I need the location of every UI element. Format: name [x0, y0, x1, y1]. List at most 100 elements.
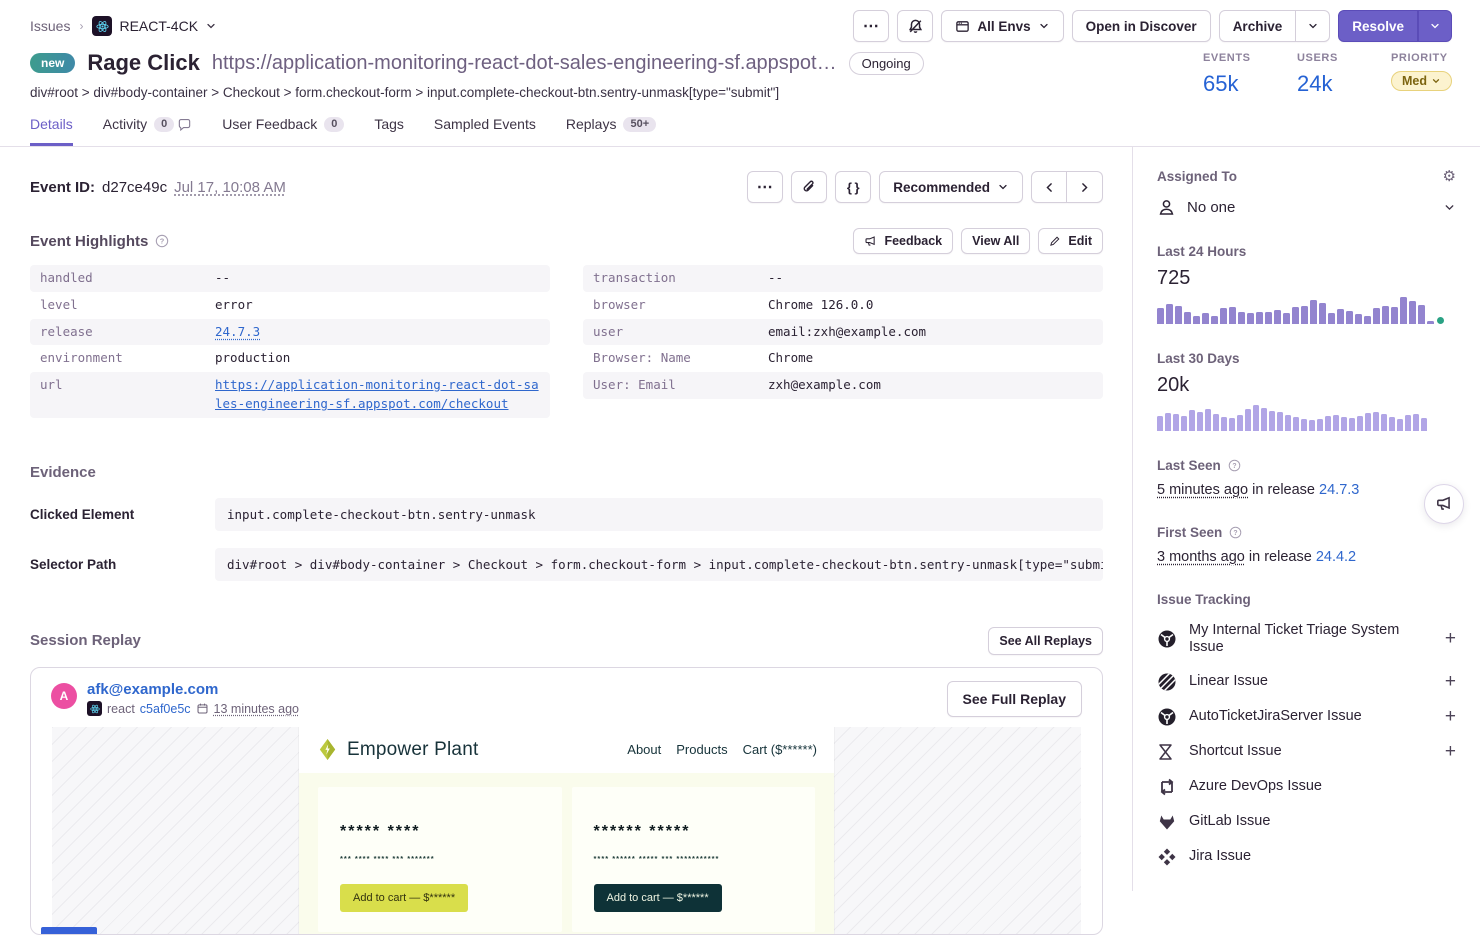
- gear-icon[interactable]: ⚙: [1443, 167, 1456, 185]
- tab-tags[interactable]: Tags: [374, 116, 404, 146]
- help-icon[interactable]: ?: [1228, 459, 1241, 472]
- event-navigation-selector[interactable]: Recommended: [879, 171, 1023, 203]
- see-all-replays-button[interactable]: See All Replays: [988, 627, 1103, 655]
- ticket-icon: [1157, 629, 1177, 649]
- last-24-hours-count: 725: [1157, 267, 1456, 290]
- site-nav-item[interactable]: Products: [676, 742, 727, 757]
- integration-link[interactable]: Azure DevOps Issue: [1189, 778, 1456, 795]
- replay-id-link[interactable]: c5af0e5c: [140, 702, 191, 716]
- add-issue-button[interactable]: +: [1445, 632, 1456, 646]
- add-issue-button[interactable]: +: [1445, 745, 1456, 759]
- event-more-button[interactable]: ⋯: [747, 171, 783, 203]
- copy-link-button[interactable]: [791, 171, 827, 203]
- highlight-row: levelerror: [30, 292, 550, 319]
- tab-sampled-events[interactable]: Sampled Events: [434, 116, 536, 146]
- replay-progress-bar[interactable]: [41, 927, 97, 934]
- ticket-icon: [1157, 707, 1177, 727]
- highlight-value: error: [215, 296, 253, 315]
- assignee-selector[interactable]: No one: [1157, 198, 1456, 217]
- site-nav-item[interactable]: Cart ($******): [743, 742, 817, 757]
- see-full-replay-button[interactable]: See Full Replay: [947, 681, 1082, 717]
- open-in-discover-button[interactable]: Open in Discover: [1072, 10, 1211, 42]
- highlight-value[interactable]: 24.7.3: [215, 323, 260, 342]
- integration-link[interactable]: AutoTicketJiraServer Issue: [1189, 708, 1433, 725]
- highlight-value[interactable]: https://application-monitoring-react-dot…: [215, 376, 540, 414]
- resolve-button[interactable]: Resolve: [1338, 10, 1418, 42]
- integration-link[interactable]: Linear Issue: [1189, 673, 1433, 690]
- clicked-element-value: input.complete-checkout-btn.sentry-unmas…: [215, 498, 1103, 531]
- see-all-replays-label: See All Replays: [999, 634, 1092, 648]
- priority-selector[interactable]: Med: [1391, 71, 1452, 91]
- add-to-cart-button[interactable]: Add to cart — $******: [340, 884, 468, 912]
- resolve-dropdown-button[interactable]: [1418, 10, 1452, 42]
- chart-bar: [1221, 417, 1227, 431]
- tab-details[interactable]: Details: [30, 116, 73, 146]
- event-timestamp[interactable]: Jul 17, 10:08 AM: [174, 179, 286, 196]
- integration-link[interactable]: Jira Issue: [1189, 848, 1456, 865]
- highlight-key: environment: [40, 349, 215, 368]
- more-options-button[interactable]: ⋯: [853, 10, 889, 42]
- help-icon[interactable]: ?: [1229, 526, 1242, 539]
- last-seen-time[interactable]: 5 minutes ago: [1157, 482, 1248, 498]
- first-seen-release-link[interactable]: 24.4.2: [1316, 549, 1356, 565]
- issue-tabs: Details Activity0 User Feedback0 Tags Sample…: [0, 100, 1480, 146]
- chart-bar: [1165, 413, 1171, 431]
- view-json-button[interactable]: { }: [835, 171, 871, 203]
- chart-bar: [1229, 307, 1236, 324]
- previous-event-button[interactable]: [1031, 171, 1067, 203]
- chart-bar: [1213, 414, 1219, 431]
- last-30-days-count: 20k: [1157, 374, 1456, 397]
- product-card: ***** ******* **** **** *** *******Add t…: [318, 787, 562, 932]
- assignee-value: No one: [1187, 199, 1235, 216]
- chart-bar: [1247, 313, 1254, 324]
- chevron-down-icon: [205, 20, 217, 32]
- replay-user-link[interactable]: afk@example.com: [87, 681, 299, 698]
- highlight-row: User: Emailzxh@example.com: [583, 372, 1103, 399]
- tab-replays[interactable]: Replays50+: [566, 116, 656, 146]
- replay-time-ago[interactable]: 13 minutes ago: [214, 702, 299, 716]
- integration-link[interactable]: Shortcut Issue: [1189, 743, 1433, 760]
- chart-bar: [1382, 306, 1389, 324]
- mute-alerts-button[interactable]: [897, 10, 933, 42]
- help-icon[interactable]: ?: [155, 234, 169, 248]
- tab-user-feedback[interactable]: User Feedback0: [222, 116, 344, 146]
- feedback-fab-button[interactable]: [1424, 484, 1464, 524]
- project-selector[interactable]: REACT-4CK: [92, 16, 217, 36]
- last-seen-release-link[interactable]: 24.7.3: [1319, 482, 1359, 498]
- first-seen-time[interactable]: 3 months ago: [1157, 549, 1245, 565]
- chart-bar: [1166, 304, 1173, 324]
- add-to-cart-button[interactable]: Add to cart — $******: [594, 884, 722, 912]
- tab-activity[interactable]: Activity0: [103, 116, 192, 146]
- users-count[interactable]: 24k: [1297, 71, 1349, 97]
- view-all-button[interactable]: View All: [961, 228, 1030, 254]
- product-title: ****** *****: [594, 823, 794, 841]
- chart-bar: [1413, 414, 1419, 431]
- issue-tracking-row: Linear Issue +: [1157, 672, 1456, 692]
- chart-bar: [1364, 316, 1371, 324]
- events-count[interactable]: 65k: [1203, 71, 1255, 97]
- recommended-label: Recommended: [893, 180, 990, 195]
- site-nav: About Products Cart ($******): [627, 742, 817, 757]
- replay-viewport[interactable]: Empower Plant AboutProductsCart ($******…: [52, 727, 1081, 934]
- add-issue-button[interactable]: +: [1445, 675, 1456, 689]
- chevron-down-icon: [1429, 20, 1441, 32]
- next-event-button[interactable]: [1067, 171, 1103, 203]
- chart-bar: [1409, 301, 1416, 324]
- pencil-icon: [1049, 235, 1061, 247]
- edit-highlights-button[interactable]: Edit: [1038, 228, 1103, 254]
- add-issue-button[interactable]: +: [1445, 710, 1456, 724]
- environment-selector[interactable]: All Envs: [941, 10, 1063, 42]
- integration-link[interactable]: My Internal Ticket Triage System Issue: [1189, 622, 1433, 657]
- feedback-button[interactable]: Feedback: [853, 228, 953, 254]
- chart-bar: [1310, 300, 1317, 324]
- breadcrumb-issues-link[interactable]: Issues: [30, 18, 70, 34]
- archive-dropdown-button[interactable]: [1296, 10, 1330, 42]
- integration-link[interactable]: GitLab Issue: [1189, 813, 1456, 830]
- chart-bar: [1184, 312, 1191, 324]
- event-id-group: Event ID: d27ce49c Jul 17, 10:08 AM: [30, 179, 286, 196]
- event-id-label: Event ID:: [30, 179, 95, 196]
- site-nav-item[interactable]: About: [627, 742, 661, 757]
- open-in-discover-label: Open in Discover: [1086, 19, 1197, 34]
- archive-button[interactable]: Archive: [1219, 10, 1297, 42]
- chart-bar: [1211, 316, 1218, 324]
